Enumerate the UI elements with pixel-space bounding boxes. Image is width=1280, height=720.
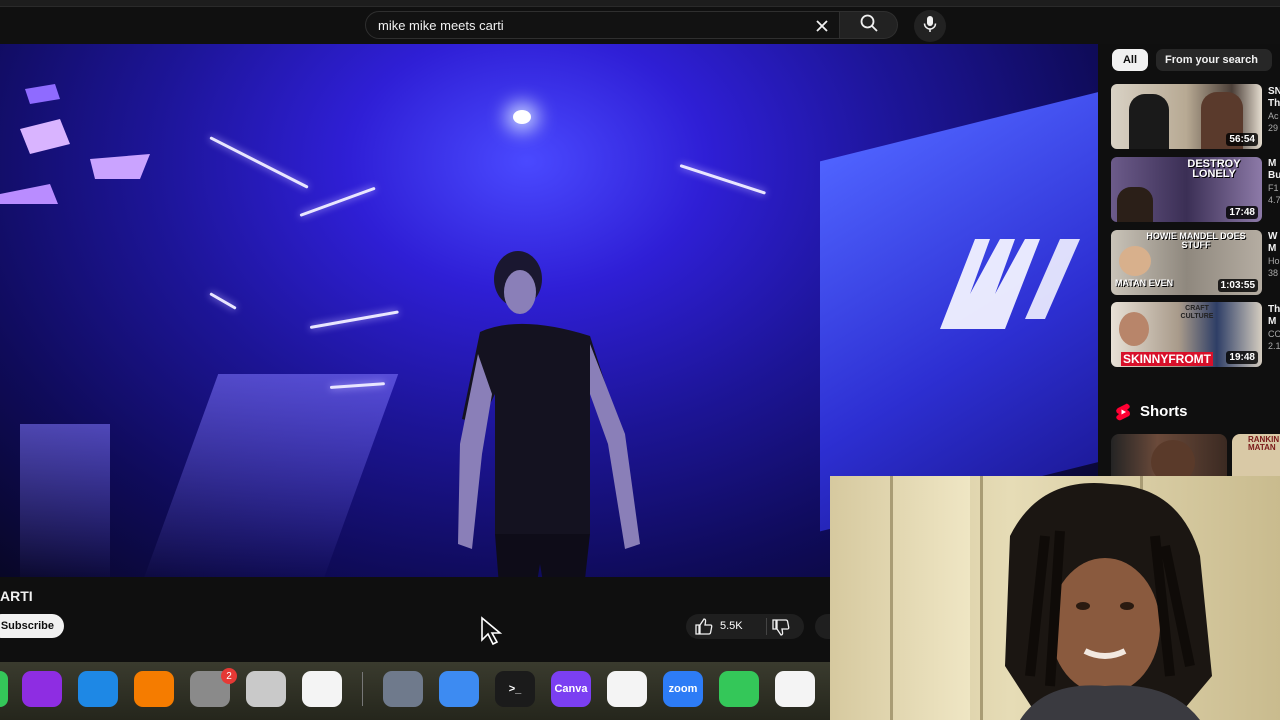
chip-all[interactable]: All: [1112, 49, 1148, 71]
video-duration: 56:54: [1226, 133, 1258, 146]
search-button[interactable]: [840, 11, 898, 39]
search-input[interactable]: mike mike meets carti: [365, 11, 840, 39]
dock-pages-icon[interactable]: [134, 671, 174, 707]
streamer-figure: [1005, 483, 1212, 720]
recommendation-meta: M Bu F1 4.7: [1268, 158, 1280, 206]
recommendation-views: 29: [1268, 123, 1279, 133]
recommendation-thumbnail[interactable]: 56:54: [1111, 84, 1262, 149]
recommendation-views: 2.1: [1268, 341, 1280, 351]
search-icon: [859, 13, 879, 38]
thumbnail-face: [1151, 440, 1195, 476]
dock-messages-icon[interactable]: [719, 671, 759, 707]
recommendation-channel: Ac: [1268, 111, 1279, 121]
chip-from-your-search[interactable]: From your search: [1156, 49, 1272, 71]
light-beam: [679, 164, 767, 195]
recommendation-channel: F1: [1268, 183, 1279, 193]
thumbnail-figure: [1129, 94, 1169, 149]
browser-tab-strip: [0, 0, 1280, 7]
thumbnail-face: [1119, 312, 1149, 346]
recommendation-meta: SN Th Ac 29: [1268, 86, 1280, 134]
dock-app-partial[interactable]: [0, 671, 8, 707]
dock-bluetooth-icon[interactable]: [439, 671, 479, 707]
thumbnail-text: RANKIN MATAN: [1248, 435, 1280, 452]
recommendation-meta: Th M CO 2.1: [1268, 304, 1280, 352]
dock-keynote-icon[interactable]: [78, 671, 118, 707]
thumbnail-text: SKINNYFROMT: [1121, 352, 1213, 366]
stage-screen-graphic: [940, 239, 1080, 329]
recommendation-title-line2: M: [1268, 243, 1277, 254]
recommendation-meta: W M Ho 38: [1268, 231, 1280, 279]
dock-preview-icon[interactable]: [383, 671, 423, 707]
like-count: 5.5K: [720, 620, 743, 632]
dock-canva-icon[interactable]: Canva: [551, 671, 591, 707]
recommendation-views: 4.7: [1268, 195, 1280, 205]
performer-figure: [458, 251, 640, 577]
recommendation-thumbnail[interactable]: HOWIE MANDEL DOES STUFF MATAN EVEN 1:03:…: [1111, 230, 1262, 295]
dock-terminal-icon[interactable]: >_: [495, 671, 535, 707]
thumbnail-text: HOWIE MANDEL DOES STUFF: [1146, 231, 1246, 250]
divider: [766, 618, 767, 635]
video-duration: 17:48: [1226, 206, 1258, 219]
dock-vscode-icon[interactable]: [607, 671, 647, 707]
stage-light-cone: [20, 424, 110, 577]
recommendation-channel: Ho: [1268, 256, 1280, 266]
shorts-thumbnail[interactable]: [1111, 434, 1227, 476]
thumbnail-face: [1119, 246, 1151, 276]
dock-separator: [362, 672, 363, 706]
shorts-thumbnail[interactable]: RANKIN MATAN: [1232, 434, 1280, 476]
microphone-icon: [922, 15, 938, 38]
stage-light-cone: [141, 374, 399, 577]
recommendation-channel: CO: [1268, 329, 1280, 339]
dock-photos-icon[interactable]: [775, 671, 815, 707]
like-dislike-group: 5.5K: [686, 614, 804, 639]
shorts-icon: [1116, 403, 1130, 421]
recommendation-title: Th: [1268, 304, 1280, 315]
thumbnail-text: DESTROY LONELY: [1187, 158, 1241, 180]
video-duration: 19:48: [1226, 351, 1258, 364]
subscribe-button[interactable]: Subscribe: [0, 614, 64, 638]
recommendation-thumbnail[interactable]: DESTROY LONELY 17:48: [1111, 157, 1262, 222]
thumbs-down-icon: [772, 619, 790, 636]
clear-search-icon[interactable]: [811, 15, 833, 37]
shorts-heading: Shorts: [1140, 403, 1188, 420]
webcam-overlay: [830, 476, 1280, 720]
like-button[interactable]: [695, 618, 713, 640]
thumbs-up-icon: [695, 618, 713, 635]
recommendation-title: M: [1268, 158, 1277, 169]
light-beam: [309, 310, 399, 329]
voice-search-button[interactable]: [914, 10, 946, 42]
door-seam: [890, 476, 893, 720]
light-beam: [209, 292, 237, 310]
thumbnail-text-bottom: MATAN EVEN: [1115, 278, 1174, 288]
video-duration: 1:03:55: [1217, 279, 1258, 292]
thumbnail-text-top: CRAFT CULTURE: [1180, 305, 1214, 320]
recommendation-views: 38: [1268, 268, 1279, 278]
recommendation-title-line2: Th: [1268, 98, 1280, 109]
video-title: ARTI: [0, 588, 33, 604]
dock-iphone-mirroring-icon[interactable]: [246, 671, 286, 707]
light-beam: [209, 136, 309, 189]
notification-badge: 2: [221, 668, 237, 684]
stage-truss-lights: [0, 84, 150, 204]
dislike-button[interactable]: [772, 619, 790, 641]
closet-door: [830, 476, 970, 720]
dock-freeform-icon[interactable]: [302, 671, 342, 707]
search-query-text: mike mike meets carti: [378, 18, 504, 33]
spotlight: [513, 110, 531, 124]
recommendation-title-line2: M: [1268, 316, 1277, 327]
recommendation-title: SN: [1268, 86, 1280, 97]
light-beam: [299, 186, 376, 217]
mouse-cursor-icon: [481, 616, 503, 646]
thumbnail-figure: [1117, 187, 1153, 222]
recommendation-thumbnail[interactable]: CRAFT CULTURE SKINNYFROMT 19:48: [1111, 302, 1262, 367]
recommendation-title: W: [1268, 231, 1278, 242]
recommendation-title-line2: Bu: [1268, 170, 1280, 181]
dock-zoom-icon[interactable]: zoom: [663, 671, 703, 707]
dock-podcasts-icon[interactable]: [22, 671, 62, 707]
